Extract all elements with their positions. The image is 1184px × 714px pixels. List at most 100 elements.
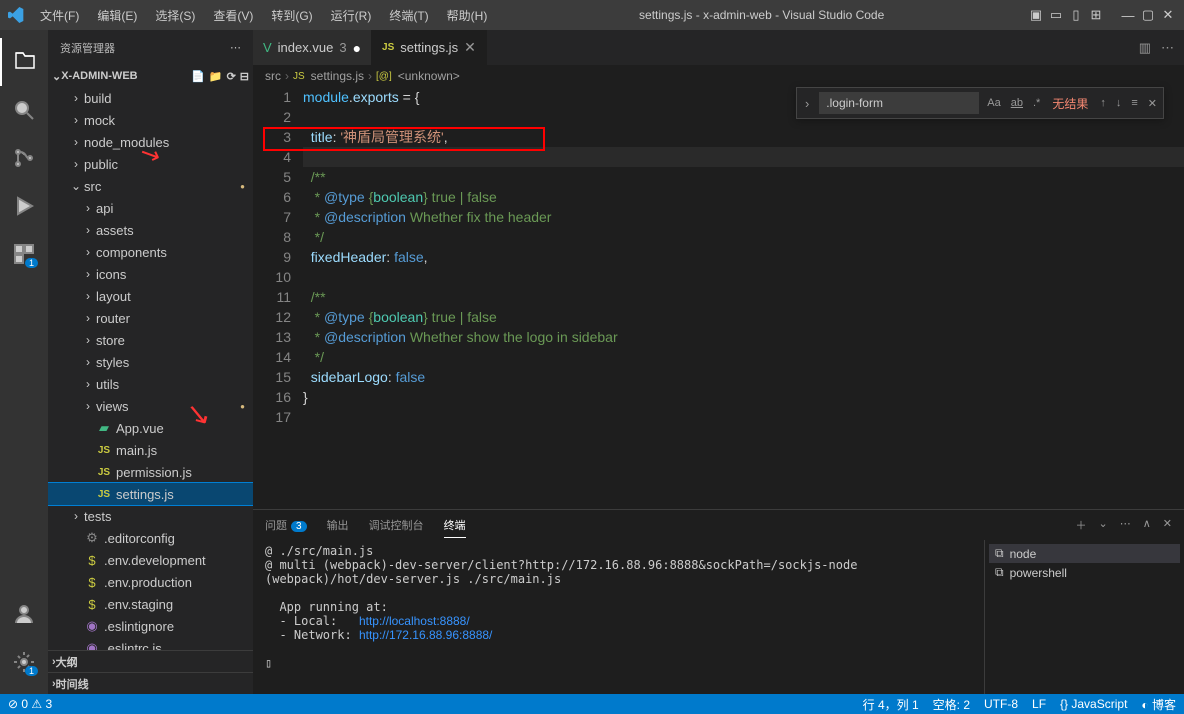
find-prev-icon[interactable]: ↑ (1098, 95, 1108, 111)
folder-item[interactable]: ›components (48, 241, 253, 263)
layout-panel-left-icon[interactable]: ▣ (1028, 7, 1044, 23)
breadcrumb-item[interactable]: <unknown> (398, 69, 460, 83)
find-close-icon[interactable]: ✕ (1146, 95, 1159, 112)
outline-section[interactable]: ›大纲 (48, 650, 253, 672)
more-icon[interactable]: ⋯ (230, 41, 241, 54)
customize-layout-icon[interactable]: ⊞ (1088, 7, 1104, 23)
status-item[interactable]: UTF-8 (984, 697, 1018, 711)
terminal-output[interactable]: @ ./src/main.js @ multi (webpack)-dev-se… (253, 540, 984, 694)
file-item[interactable]: $.env.production (48, 571, 253, 593)
match-case-icon[interactable]: Aa (985, 95, 1002, 111)
find-in-selection-icon[interactable]: ≡ (1129, 95, 1139, 111)
menu-item[interactable]: 终端(T) (381, 3, 436, 28)
file-item[interactable]: $.env.development (48, 549, 253, 571)
tree-item-label: node_modules (84, 135, 245, 150)
panel-tab[interactable]: 输出 (327, 513, 349, 537)
breadcrumb-item[interactable]: src (265, 69, 281, 83)
folder-item[interactable]: ›tests (48, 505, 253, 527)
file-item[interactable]: ◉.eslintrc.js (48, 637, 253, 650)
regex-icon[interactable]: .* (1031, 95, 1042, 111)
extensions-icon[interactable]: 1 (0, 230, 48, 278)
folder-item[interactable]: ›mock (48, 109, 253, 131)
editor-tab[interactable]: Vindex.vue 3● (253, 30, 372, 65)
menu-item[interactable]: 转到(G) (263, 3, 320, 28)
find-widget: › Aa ab .* 无结果 ↑ ↓ ≡ ✕ (796, 87, 1164, 119)
menu-item[interactable]: 帮助(H) (439, 3, 496, 28)
settings-gear-icon[interactable]: 1 (0, 638, 48, 686)
terminal-item[interactable]: ⧉node (989, 544, 1180, 563)
find-input[interactable] (819, 92, 979, 114)
file-item[interactable]: ▰App.vue (48, 417, 253, 439)
chevron-icon: › (80, 399, 96, 413)
minimize-icon[interactable]: — (1120, 7, 1136, 23)
code-editor[interactable]: 1234567891011121314151617 module.exports… (253, 87, 1184, 509)
folder-item[interactable]: ›build (48, 87, 253, 109)
folder-item[interactable]: ›styles (48, 351, 253, 373)
folder-item[interactable]: ›node_modules (48, 131, 253, 153)
folder-item[interactable]: ⌄src (48, 175, 253, 197)
maximize-panel-icon[interactable]: ∧ (1143, 517, 1151, 533)
editor-tab[interactable]: JSsettings.js✕ (372, 30, 487, 65)
folder-item[interactable]: ›api (48, 197, 253, 219)
status-item[interactable]: 行 4，列 1 (863, 696, 919, 713)
new-terminal-icon[interactable]: ＋ (1076, 517, 1087, 533)
folder-item[interactable]: ›utils (48, 373, 253, 395)
file-item[interactable]: ⚙.editorconfig (48, 527, 253, 549)
panel-more-icon[interactable]: ⋯ (1120, 517, 1131, 533)
timeline-section[interactable]: ›时间线 (48, 672, 253, 694)
folder-item[interactable]: ›icons (48, 263, 253, 285)
file-item[interactable]: $.env.staging (48, 593, 253, 615)
close-icon[interactable]: ✕ (1160, 7, 1176, 23)
breadcrumbs[interactable]: src›JSsettings.js›[@]<unknown> (253, 65, 1184, 87)
menu-item[interactable]: 查看(V) (205, 3, 261, 28)
new-file-icon[interactable]: 📄 (191, 70, 205, 83)
folder-item[interactable]: ›layout (48, 285, 253, 307)
menu-item[interactable]: 文件(F) (32, 3, 87, 28)
status-item[interactable]: ◐ 博客 (1141, 696, 1176, 713)
refresh-icon[interactable]: ⟳ (227, 70, 236, 83)
tab-close-icon[interactable]: ● (353, 40, 361, 56)
project-header[interactable]: ⌄ X-ADMIN-WEB 📄 📁 ⟳ ⊟ (48, 65, 253, 87)
terminal-dropdown-icon[interactable]: ⌄ (1099, 517, 1108, 533)
file-item[interactable]: JSmain.js (48, 439, 253, 461)
more-icon[interactable]: ⋯ (1161, 40, 1174, 56)
menu-item[interactable]: 运行(R) (323, 3, 380, 28)
find-expand-icon[interactable]: › (801, 96, 813, 111)
folder-item[interactable]: ›store (48, 329, 253, 351)
explorer-icon[interactable] (0, 38, 48, 86)
status-item[interactable]: LF (1032, 697, 1046, 711)
source-control-icon[interactable] (0, 134, 48, 182)
run-debug-icon[interactable] (0, 182, 48, 230)
new-folder-icon[interactable]: 📁 (209, 70, 223, 83)
status-item[interactable]: 空格: 2 (933, 696, 970, 713)
split-editor-icon[interactable]: ▥ (1139, 40, 1151, 56)
file-item[interactable]: JSsettings.js (48, 483, 253, 505)
folder-item[interactable]: ›public (48, 153, 253, 175)
terminal-item[interactable]: ⧉powershell (989, 563, 1180, 582)
collapse-all-icon[interactable]: ⊟ (240, 70, 249, 83)
folder-item[interactable]: ›assets (48, 219, 253, 241)
problems-status[interactable]: ⊘ 0 ⚠ 3 (8, 697, 52, 711)
search-icon[interactable] (0, 86, 48, 134)
accounts-icon[interactable] (0, 590, 48, 638)
folder-item[interactable]: ›views (48, 395, 253, 417)
menu-item[interactable]: 编辑(E) (89, 3, 145, 28)
menu-item[interactable]: 选择(S) (147, 3, 203, 28)
file-icon: JS (96, 489, 112, 500)
file-item[interactable]: ◉.eslintignore (48, 615, 253, 637)
tab-close-icon[interactable]: ✕ (464, 39, 476, 56)
folder-item[interactable]: ›router (48, 307, 253, 329)
file-item[interactable]: JSpermission.js (48, 461, 253, 483)
maximize-icon[interactable]: ▢ (1140, 7, 1156, 23)
match-whole-word-icon[interactable]: ab (1009, 95, 1025, 111)
close-panel-icon[interactable]: ✕ (1163, 517, 1172, 533)
panel-tab[interactable]: 终端 (444, 513, 466, 538)
code-content[interactable]: module.exports = { title: '神盾局管理系统', /**… (303, 87, 1184, 509)
panel-tab[interactable]: 问题3 (265, 513, 307, 537)
breadcrumb-item[interactable]: settings.js (311, 69, 364, 83)
layout-panel-bottom-icon[interactable]: ▭ (1048, 7, 1064, 23)
status-item[interactable]: {} JavaScript (1060, 697, 1127, 711)
layout-panel-right-icon[interactable]: ▯ (1068, 7, 1084, 23)
find-next-icon[interactable]: ↓ (1114, 95, 1124, 111)
panel-tab[interactable]: 调试控制台 (369, 513, 424, 537)
